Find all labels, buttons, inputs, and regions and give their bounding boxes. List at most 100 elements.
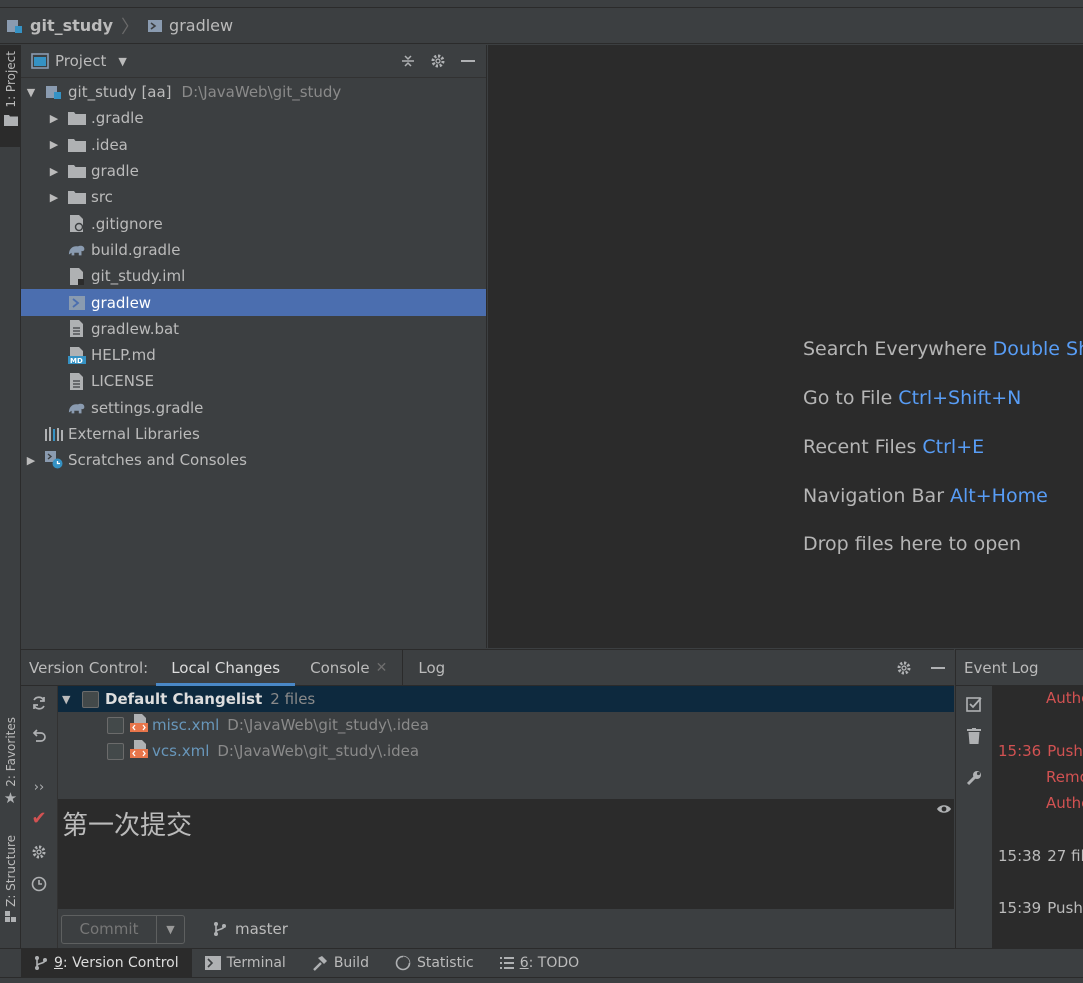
eye-icon[interactable]: [936, 803, 952, 815]
version-control-title: Version Control:: [29, 658, 149, 677]
breadcrumb-project-label: git_study: [30, 16, 114, 35]
version-control-tabs: Version Control: Local Changes Console ✕…: [21, 649, 954, 686]
version-control-panel: Version Control: Local Changes Console ✕…: [21, 649, 954, 949]
tree-item-license[interactable]: LICENSE: [21, 368, 486, 394]
hint-search-everywhere: Search EverywhereDouble Shift: [803, 338, 1083, 360]
changed-file-path: D:\JavaWeb\git_study\.idea: [227, 716, 429, 734]
commit-button[interactable]: Commit: [62, 915, 157, 943]
tree-item-idea-dir[interactable]: ▶ .idea: [21, 132, 486, 158]
bottom-tab-statistic[interactable]: Statistic: [382, 949, 487, 978]
changed-file-row[interactable]: misc.xml D:\JavaWeb\git_study\.idea: [58, 712, 954, 738]
bottom-tab-build[interactable]: Build: [299, 949, 382, 978]
file-checkbox[interactable]: [107, 742, 124, 760]
tab-mnemonic: 6: [519, 955, 529, 971]
event-entry: 15:39 Push: [998, 899, 1083, 917]
project-view-selector[interactable]: Project ▼: [31, 52, 127, 70]
close-icon[interactable]: ✕: [376, 660, 388, 676]
event-entry: Authe: [1046, 794, 1083, 812]
minimize-icon[interactable]: [930, 660, 946, 676]
collapsed-arrow-icon: ▶: [26, 453, 36, 467]
tool-tab-favorites[interactable]: 2: Favorites ★: [0, 717, 21, 817]
gradle-elephant-icon: [68, 399, 86, 417]
commit-check-icon[interactable]: ✔: [30, 808, 48, 829]
collapsed-arrow-icon: ▶: [49, 138, 59, 152]
tree-scratches[interactable]: ▶ Scratches and Consoles: [21, 447, 486, 473]
changelist-checkbox[interactable]: [82, 690, 99, 708]
changelist-row[interactable]: ▼ Default Changelist 2 files: [58, 686, 954, 712]
svg-text:MD: MD: [70, 357, 83, 364]
tree-item-gradlew-bat[interactable]: gradlew.bat: [21, 316, 486, 342]
project-module-icon: [45, 83, 63, 101]
gear-icon[interactable]: [896, 660, 912, 676]
tool-tab-structure[interactable]: Z: Structure: [0, 835, 21, 935]
tool-tab-project[interactable]: 1: Project: [0, 45, 21, 147]
tree-external-libraries[interactable]: External Libraries: [21, 421, 486, 447]
folder-icon: [68, 109, 86, 127]
event-text: Remo: [1046, 768, 1083, 786]
editor-empty-area: Search EverywhereDouble Shift Go to File…: [488, 45, 1083, 648]
scratches-icon: [45, 451, 63, 469]
tree-item-gradle-dir[interactable]: ▶ .gradle: [21, 105, 486, 131]
breadcrumb-file[interactable]: gradlew: [147, 16, 233, 35]
mark-read-icon[interactable]: [965, 695, 983, 713]
hint-navigation-bar: Navigation Bar Alt+Home: [803, 485, 1048, 507]
minimize-icon[interactable]: [460, 53, 476, 69]
tab-label: Terminal: [226, 955, 286, 971]
event-text[interactable]: 27 file: [1047, 847, 1083, 865]
tab-console[interactable]: Console ✕: [295, 650, 402, 686]
changed-file-name: vcs.xml: [152, 742, 210, 760]
project-view-label: Project: [55, 52, 107, 70]
project-panel: Project ▼ ▼ git_study [aa] D:\JavaWeb\gi…: [21, 45, 487, 648]
tree-item-src[interactable]: ▶ src: [21, 184, 486, 210]
folder-icon: [68, 162, 86, 180]
tree-item-gradlew[interactable]: gradlew: [21, 289, 486, 316]
collapsed-arrow-icon: ▶: [49, 164, 59, 178]
tree-root-name: git_study [aa]: [68, 83, 172, 102]
changed-file-row[interactable]: vcs.xml D:\JavaWeb\git_study\.idea: [58, 738, 954, 764]
project-window-icon: [31, 53, 49, 69]
changelist-count: 2 files: [270, 690, 316, 708]
tree-item-help-md[interactable]: MD HELP.md: [21, 342, 486, 368]
chevron-down-icon[interactable]: ▼: [157, 923, 184, 936]
gear-icon[interactable]: [30, 843, 48, 861]
event-text[interactable]: Push: [1047, 899, 1083, 917]
collapse-all-icon[interactable]: [400, 53, 416, 69]
bottom-tab-todo[interactable]: 6: TODO: [487, 949, 592, 978]
tree-item-gradle-folder[interactable]: ▶ gradle: [21, 158, 486, 184]
hint-recent-files: Recent Files Ctrl+E: [803, 436, 984, 458]
file-checkbox[interactable]: [107, 716, 124, 734]
shell-file-icon: [148, 19, 163, 32]
history-clock-icon[interactable]: [30, 875, 48, 893]
expanded-arrow-icon: ▼: [62, 692, 71, 706]
libraries-icon: [45, 425, 63, 443]
text-file-icon: [68, 320, 86, 338]
rollback-icon[interactable]: [30, 726, 48, 744]
bottom-tab-terminal[interactable]: Terminal: [192, 949, 299, 978]
project-tree: ▼ git_study [aa] D:\JavaWeb\git_study ▶ …: [21, 78, 486, 473]
tab-log[interactable]: Log: [402, 649, 460, 686]
breadcrumb-separator: 〉: [121, 16, 140, 38]
hint-shortcut: Alt+Home: [950, 485, 1048, 507]
more-actions-icon[interactable]: ››: [30, 778, 48, 796]
tab-label: Console: [310, 658, 370, 677]
trash-icon[interactable]: [965, 727, 983, 745]
tab-local-changes[interactable]: Local Changes: [156, 650, 295, 686]
wrench-icon[interactable]: [965, 769, 983, 787]
tree-root[interactable]: ▼ git_study [aa] D:\JavaWeb\git_study: [21, 79, 486, 105]
tree-item-iml[interactable]: git_study.iml: [21, 263, 486, 289]
commit-button-group: Commit ▼: [61, 914, 185, 944]
breadcrumb-project[interactable]: git_study: [6, 16, 113, 35]
event-text[interactable]: Push: [1047, 742, 1083, 760]
branch-selector[interactable]: master: [213, 920, 288, 938]
tree-item-settings-gradle[interactable]: settings.gradle: [21, 395, 486, 421]
commit-message-editor[interactable]: 第一次提交: [58, 799, 954, 909]
window-top-edge: [0, 0, 1083, 8]
tree-item-build-gradle[interactable]: build.gradle: [21, 237, 486, 263]
gear-icon[interactable]: [430, 53, 446, 69]
folder-icon: [3, 114, 18, 126]
tree-item-gitignore[interactable]: .gitignore: [21, 210, 486, 236]
tree-item-label: git_study.iml: [91, 267, 186, 286]
bottom-tab-version-control[interactable]: 9: Version Control: [21, 948, 192, 978]
collapsed-arrow-icon: ▶: [49, 111, 59, 125]
refresh-icon[interactable]: [30, 694, 48, 712]
